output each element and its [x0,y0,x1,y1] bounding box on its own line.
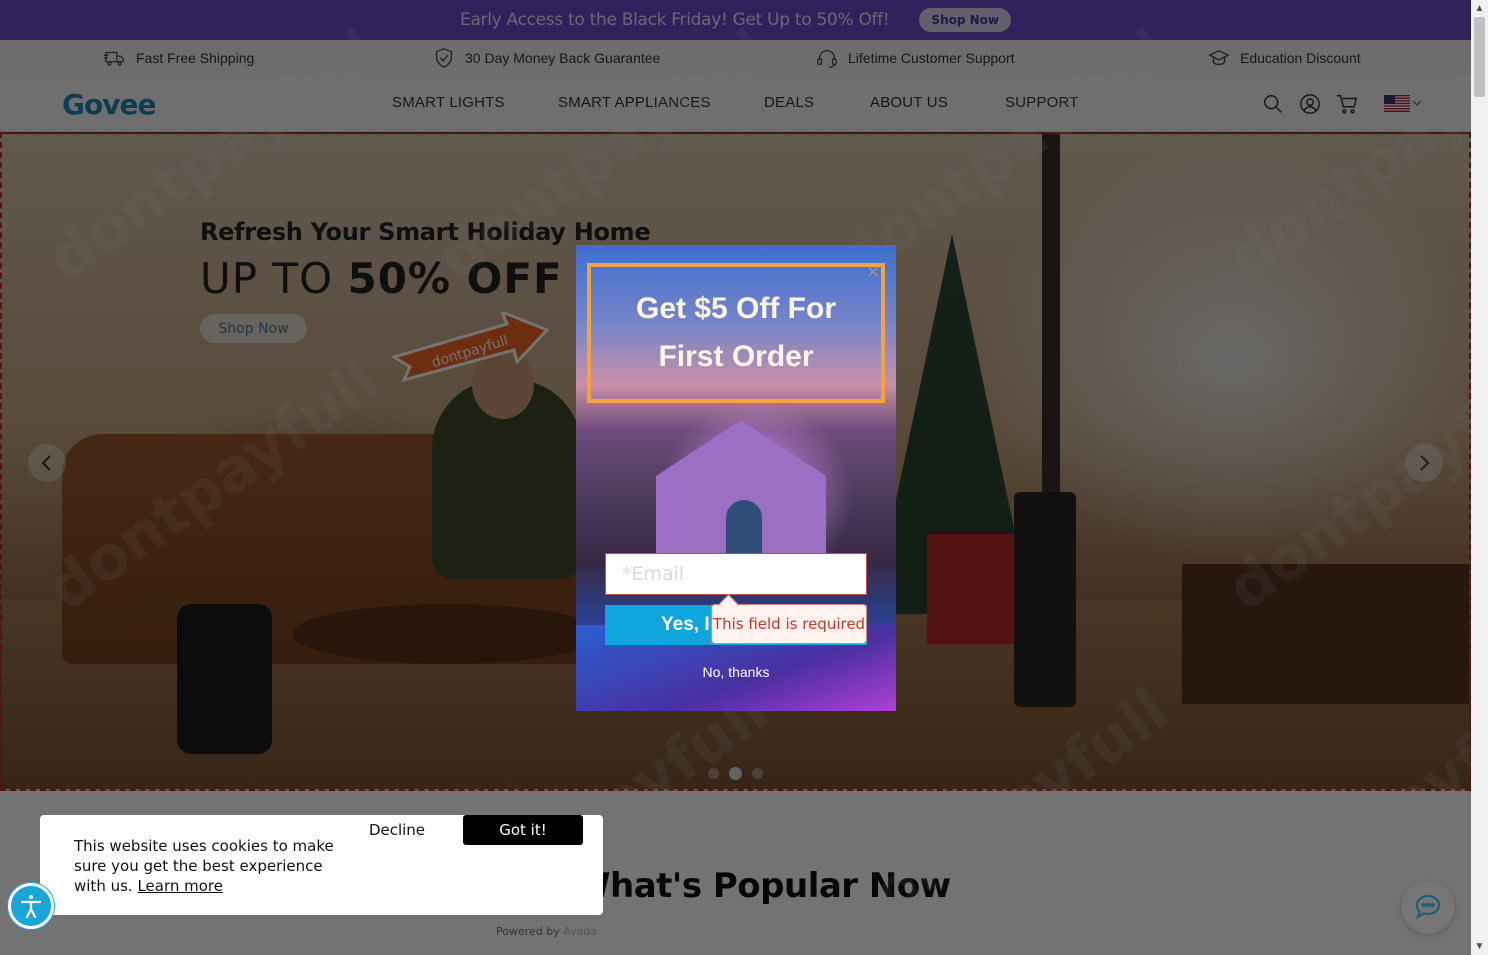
cookie-learn-more-link[interactable]: Learn more [137,877,223,895]
popup-close-button[interactable]: × [862,261,884,283]
email-input[interactable] [605,553,867,595]
popup-title-frame: Get $5 Off For First Order [587,263,885,403]
chat-button[interactable] [1401,880,1455,934]
scroll-up-button[interactable]: ▲ [1471,0,1488,17]
cookie-banner: This website uses cookies to make sure y… [40,815,603,915]
scroll-down-button[interactable]: ▼ [1471,938,1488,955]
cookie-accept-button[interactable]: Got it! [463,815,583,845]
powered-brand[interactable]: Avada [563,925,597,938]
popup-title-line1: Get $5 Off For [635,292,837,325]
page: Early Access to the Black Friday! Get Up… [0,0,1471,955]
page-scrollbar[interactable]: ▲ ▼ [1471,0,1488,955]
accessibility-button[interactable] [8,883,54,929]
email-error-tooltip: This field is required [711,604,867,644]
accessibility-icon [20,895,42,919]
cookie-message: This website uses cookies to make sure y… [74,836,334,896]
powered-by: Powered by Avada [496,925,597,938]
popup-title-line2: First Order [658,340,814,373]
discount-popup: Get $5 Off For First Order × Yes, I This… [576,245,896,711]
cookie-decline-button[interactable]: Decline [360,815,434,845]
powered-prefix: Powered by [496,925,564,938]
popup-no-thanks-button[interactable]: No, thanks [576,664,896,680]
scroll-thumb[interactable] [1474,17,1485,97]
chat-icon [1415,894,1441,920]
popup-house-door [726,500,762,560]
